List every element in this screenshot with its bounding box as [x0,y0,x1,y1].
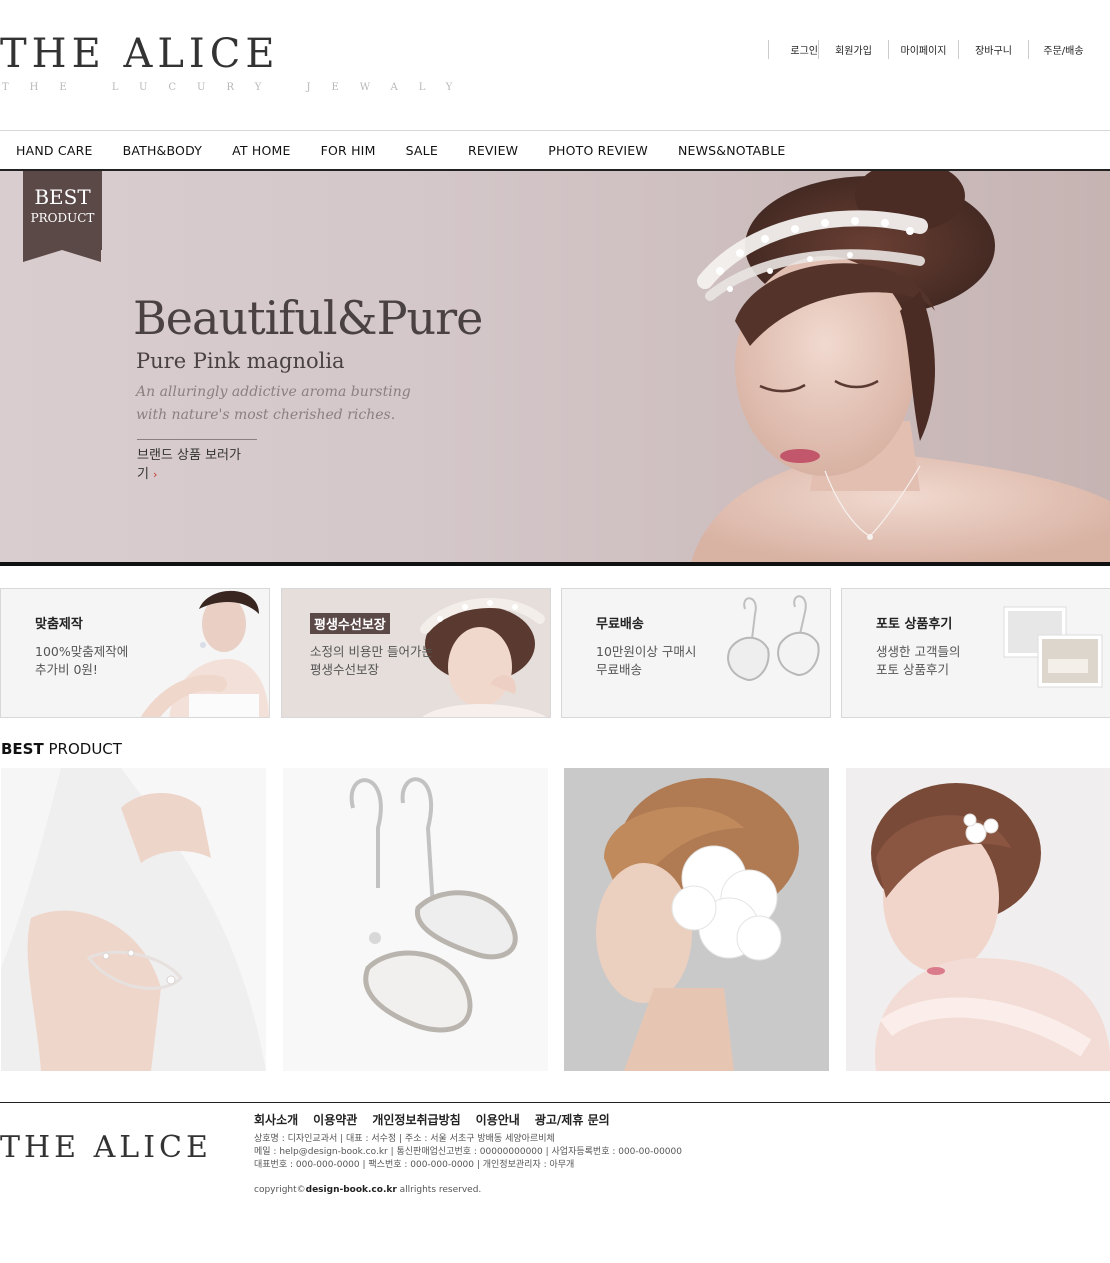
hero-model-image [691,171,1110,562]
chevron-right-icon: › [152,468,158,481]
badge-best-label: BEST [34,185,91,209]
product-card-hairpin[interactable] [846,768,1110,1071]
feature-review-desc: 생생한 고객들의 포토 상품후기 [876,644,961,677]
hairpin-model-image [846,768,1110,1071]
feature-photo-review[interactable]: 포토 상품후기 생생한 고객들의 포토 상품후기 [841,588,1110,718]
garter-product-image [1,768,266,1071]
hero-description: An alluringly addictive aroma bursting w… [136,384,411,423]
flower-hairpiece-image [564,768,829,1071]
feature-shipping-desc: 10만원이상 구매시 무료배송 [596,644,697,677]
brand-products-link[interactable]: 브랜드 상품 보러가기 › [137,439,257,482]
footer-links: 회사소개 이용약관 개인정보취급방침 이용안내 광고/제휴 문의 [254,1111,625,1128]
feature-free-shipping[interactable]: 무료배송 10만원이상 구매시 무료배송 [561,588,831,718]
feature-repair-title: 평생수선보장 [310,613,390,634]
hero-subtitle: Pure Pink magnolia [136,349,345,373]
best-product-badge: BEST PRODUCT [23,171,102,262]
feature-repair-desc: 소정의 비용만 들어가는 평생수선보장 [310,644,433,677]
footer-link-ad-inquiry[interactable]: 광고/제휴 문의 [535,1111,610,1128]
feature-custom-made[interactable]: 맞춤제작 100%맞춤제작에 추가비 0원! [0,588,270,718]
earrings-image [727,595,820,681]
best-product-heading: BEST PRODUCT [1,740,122,758]
footer-logo[interactable]: THE ALICE [0,1130,212,1165]
photo-thumbnails-image [1003,606,1103,688]
nav-sale[interactable]: SALE [406,143,438,158]
nav-hand-care[interactable]: HAND CARE [16,143,93,158]
feature-boxes: 맞춤제작 100%맞춤제작에 추가비 0원! 평생수선보장 소정의 비용만 들어가… [0,588,1110,718]
footer-copyright: copyright©design-book.co.kr allrights re… [254,1185,482,1195]
site-tagline: THE LUCURY JEWALY [2,82,474,93]
model-bracelet-image [141,590,269,717]
order-delivery-link[interactable]: 주문/배송 [1028,40,1098,59]
feature-custom-desc: 100%맞춤제작에 추가비 0원! [35,644,129,677]
teardrop-earrings-image [283,768,548,1071]
footer-divider [0,1102,1110,1103]
product-card-flower-hairpiece[interactable] [564,768,829,1071]
nav-news-notable[interactable]: NEWS&NOTABLE [678,143,786,158]
feature-review-title: 포토 상품후기 [876,617,953,632]
footer-link-terms[interactable]: 이용약관 [313,1111,357,1128]
footer-info-line1: 상호명 : 디자인교과서 | 대표 : 서수정 | 주소 : 서울 서초구 방배… [254,1134,555,1144]
badge-product-label: PRODUCT [30,211,95,225]
nav-review[interactable]: REVIEW [468,143,518,158]
mypage-link[interactable]: 마이페이지 [888,40,958,59]
nav-bath-body[interactable]: BATH&BODY [123,143,203,158]
footer-link-privacy[interactable]: 개인정보취급방침 [372,1111,460,1128]
top-utility-nav: 로그인 회원가입 마이페이지 장바구니 주문/배송 [768,40,1098,59]
nav-for-him[interactable]: FOR HIM [321,143,376,158]
product-card-earrings[interactable] [283,768,548,1071]
nav-at-home[interactable]: AT HOME [232,143,291,158]
footer-info-line3: 대표번호 : 000-000-0000 | 팩스번호 : 000-000-000… [254,1160,575,1170]
footer-link-company[interactable]: 회사소개 [254,1111,298,1128]
footer-link-guide[interactable]: 이용안내 [476,1111,520,1128]
main-category-nav: HAND CARE BATH&BODY AT HOME FOR HIM SALE… [0,130,1110,171]
feature-custom-title: 맞춤제작 [35,617,83,632]
signup-link[interactable]: 회원가입 [818,40,888,59]
hero-banner[interactable]: BEST PRODUCT Beautiful&Pure Pure Pink ma… [0,171,1110,566]
feature-lifetime-repair[interactable]: 평생수선보장 소정의 비용만 들어가는 평생수선보장 [281,588,551,718]
nav-photo-review[interactable]: PHOTO REVIEW [548,143,648,158]
footer-company-info: 상호명 : 디자인교과서 | 대표 : 서수정 | 주소 : 서울 서초구 방배… [254,1133,682,1172]
site-logo[interactable]: THE ALICE [0,34,280,74]
login-link[interactable]: 로그인 [768,40,818,59]
hero-title: Beautiful&Pure [133,291,483,345]
cart-link[interactable]: 장바구니 [958,40,1028,59]
footer-info-line2: 메일 : help@design-book.co.kr | 통신판매업신고번호 … [254,1147,682,1157]
product-card-garter[interactable] [1,768,266,1071]
feature-shipping-title: 무료배송 [596,617,644,632]
